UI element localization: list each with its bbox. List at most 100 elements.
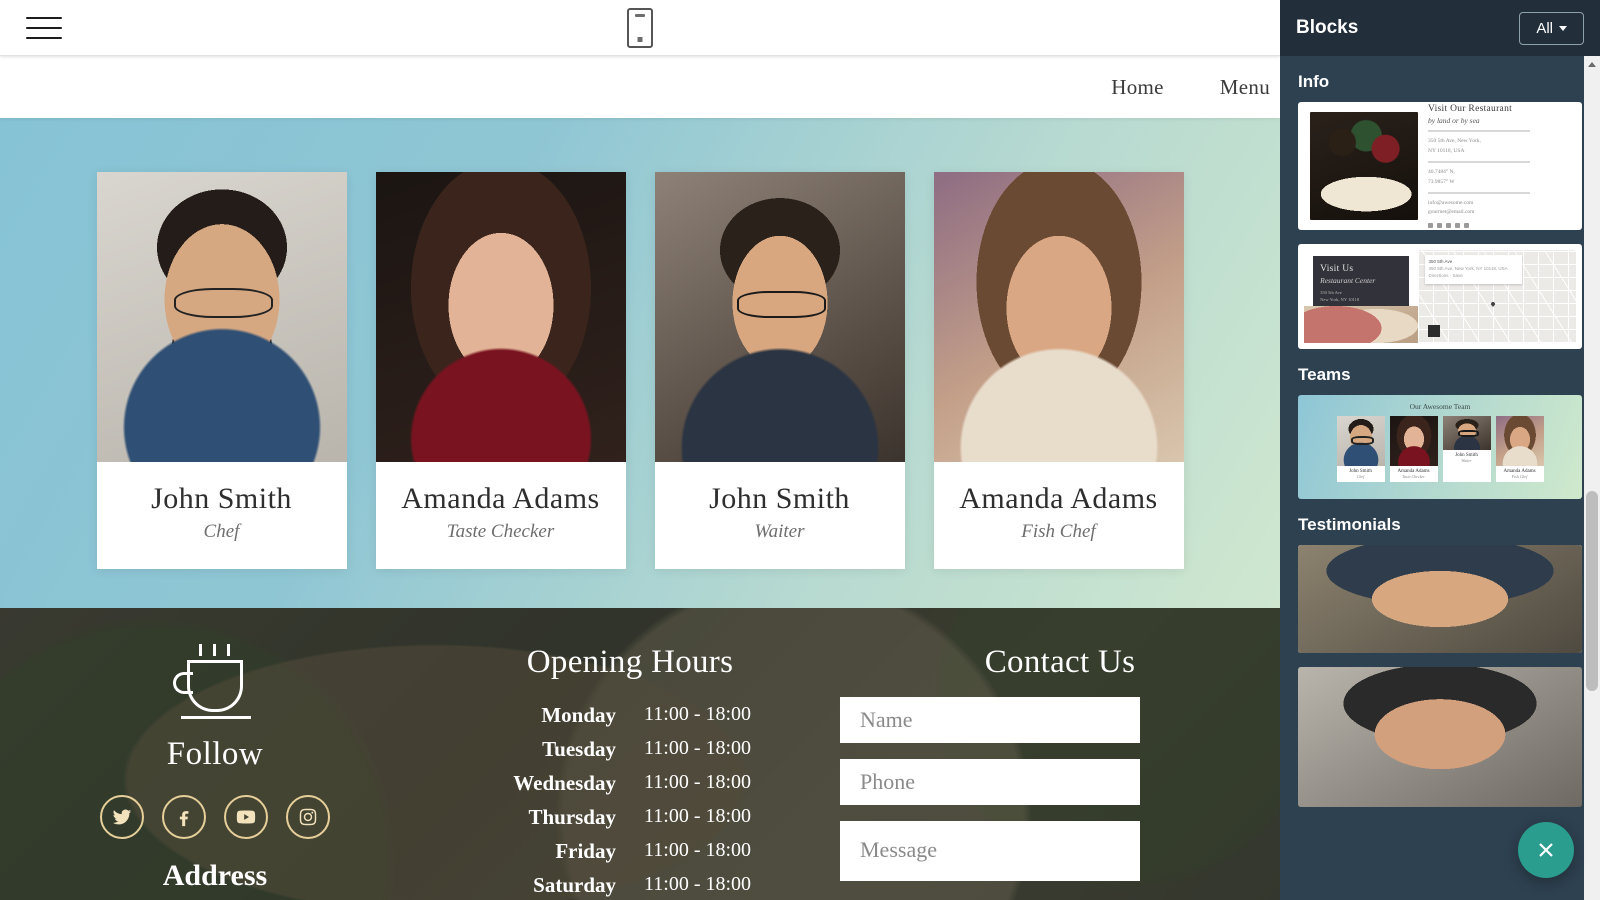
blocks-panel-header: Blocks All — [1280, 0, 1600, 56]
hours-day: Thursday — [528, 805, 616, 829]
nav-item-menu[interactable]: Menu — [1220, 75, 1270, 100]
thumb-subheading: by land or by sea — [1428, 116, 1480, 126]
team-card-body: Amanda Adams Fish Chef — [934, 462, 1184, 569]
team-member-role: Fish Chef — [1021, 521, 1096, 542]
team-row: John Smith Chef Amanda Adams Taste Check… — [0, 172, 1280, 569]
block-thumbnail-restaurant-info[interactable]: Visit Our Restaurant by land or by sea 3… — [1298, 102, 1582, 230]
site-navbar: Home Menu — [0, 56, 1280, 118]
thumb-team-card: John Smith Waiter — [1442, 416, 1491, 482]
thumb-heading: Visit Our Restaurant — [1428, 104, 1513, 115]
facebook-icon[interactable] — [162, 795, 206, 839]
blocks-group-title-teams: Teams — [1298, 365, 1351, 384]
visit-us-card: Visit Us Restaurant Center 350 5th Ave N… — [1313, 255, 1410, 310]
hours-time: 11:00 - 18:00 — [644, 873, 752, 895]
hours-day: Saturday — [533, 873, 616, 897]
mobile-preview-icon[interactable] — [627, 8, 653, 48]
app-root: Home Menu John Smith Chef Amanda Adams T… — [0, 0, 1600, 900]
thumb-heading: Visit Us — [1320, 263, 1354, 274]
linkedin-icon — [1446, 222, 1451, 228]
scrollbar-thumb[interactable] — [1586, 491, 1598, 691]
chevron-down-icon — [1559, 25, 1567, 31]
opening-hours-title: Opening Hours — [526, 644, 734, 680]
blocks-group-title-info: Info — [1298, 72, 1330, 91]
nav-item-home[interactable]: Home — [1111, 75, 1164, 100]
blocks-panel: Blocks All Info Visit Our Restaurant by … — [1280, 0, 1600, 900]
team-card-body: Amanda Adams Taste Checker — [376, 462, 626, 569]
thumb-subheading: Restaurant Center — [1320, 275, 1376, 285]
map-card-sub: 350 5th Ave, New York, NY 10118, USA — [1428, 265, 1508, 271]
hamburger-bar — [26, 16, 62, 19]
hours-day: Monday — [541, 703, 616, 727]
contact-us-title: Contact Us — [984, 644, 1136, 680]
contact-message-field[interactable]: Message — [840, 821, 1140, 881]
food-image — [1304, 305, 1419, 343]
team-member-name: Amanda Adams — [959, 482, 1158, 515]
hours-time: 11:00 - 18:00 — [644, 703, 752, 725]
thumb-member-role: Waiter — [1461, 458, 1472, 463]
contact-phone-field[interactable]: Phone — [840, 759, 1140, 805]
hamburger-icon[interactable] — [26, 14, 62, 42]
thumb-member-role: Fish Chef — [1511, 474, 1528, 479]
blocks-panel-body: Info Visit Our Restaurant by land or by … — [1280, 56, 1600, 900]
instagram-icon — [1455, 222, 1460, 228]
restaurant-food-image — [1310, 112, 1418, 220]
panel-scrollbar[interactable] — [1584, 56, 1600, 900]
contact-name-field[interactable]: Name — [840, 697, 1140, 743]
blocks-filter-button[interactable]: All — [1519, 11, 1584, 45]
hours-row: Saturday 11:00 - 18:00 — [430, 873, 830, 898]
thumb-address-line1: 350 5th Ave — [1320, 289, 1342, 295]
team-card[interactable]: Amanda Adams Fish Chef — [933, 172, 1184, 569]
social-links — [0, 795, 430, 839]
team-member-photo — [654, 172, 905, 462]
follow-label: Follow — [166, 736, 264, 772]
thumb-coord-line1: 40.7484° N, — [1428, 169, 1455, 176]
block-thumbnail-clients-say[interactable]: WHAT OUR FANTASTIC CLIENTS SAY Lorem ips… — [1298, 667, 1582, 807]
block-thumbnail-visit-us-map[interactable]: Visit Us Restaurant Center 350 5th Ave N… — [1298, 244, 1582, 349]
thumb-client-card: Lorem ipsum dolor sit amet, consectetur … — [1298, 667, 1582, 807]
team-member-photo — [375, 172, 626, 462]
qr-code-icon — [1427, 325, 1440, 338]
hours-row: Monday 11:00 - 18:00 — [430, 703, 830, 728]
footer-contact-column: Contact Us Name Phone Message — [830, 644, 1280, 900]
footer-brand-column: Follow Address — [0, 644, 430, 900]
block-thumbnail-team-grid[interactable]: Our Awesome Team John Smith Chef Amanda … — [1298, 395, 1582, 499]
thumb-team-card: John Smith Chef — [1336, 416, 1385, 482]
editor-toolbar — [0, 0, 1280, 56]
thumb-address-line2: New York, NY 10118 — [1320, 296, 1360, 302]
block-thumbnail-client-quote[interactable]: Client Quote ‹ › John Smith Lorem ipsum … — [1298, 545, 1582, 653]
map-pin-icon — [1489, 301, 1496, 307]
team-card[interactable]: Amanda Adams Taste Checker — [375, 172, 626, 569]
thumb-address-line2: NY 10118, USA — [1428, 147, 1465, 154]
youtube-icon[interactable] — [224, 795, 268, 839]
team-member-name: John Smith — [709, 482, 850, 515]
address-heading: Address — [162, 859, 268, 892]
team-card[interactable]: John Smith Waiter — [654, 172, 905, 569]
scroll-up-icon[interactable] — [1584, 56, 1600, 72]
hours-row: Friday 11:00 - 18:00 — [430, 839, 830, 864]
blocks-panel-title: Blocks — [1296, 17, 1359, 38]
blocks-filter-label: All — [1536, 19, 1553, 37]
map-card-title: 350 5th Ave — [1428, 258, 1453, 264]
team-member-role: Taste Checker — [446, 521, 555, 542]
team-member-photo — [96, 172, 347, 462]
twitter-icon[interactable] — [100, 795, 144, 839]
team-member-name: Amanda Adams — [401, 482, 600, 515]
team-member-role: Chef — [203, 521, 240, 542]
footer-grid: Follow Address Opening Hours Monday 11:0… — [0, 608, 1280, 900]
hamburger-bar — [26, 36, 62, 39]
team-member-role: Waiter — [754, 521, 805, 542]
instagram-icon[interactable] — [286, 795, 330, 839]
team-card-body: John Smith Chef — [97, 462, 347, 569]
team-section: John Smith Chef Amanda Adams Taste Check… — [0, 118, 1280, 608]
footer-hours-column: Opening Hours Monday 11:00 - 18:00 Tuesd… — [430, 644, 830, 900]
thumb-member-role: Taste Checker — [1402, 474, 1425, 479]
hours-time: 11:00 - 18:00 — [644, 805, 752, 827]
close-panel-button[interactable] — [1518, 822, 1574, 878]
thumb-team-card: Amanda Adams Fish Chef — [1495, 416, 1544, 482]
hours-row: Tuesday 11:00 - 18:00 — [430, 737, 830, 762]
thumb-member-role: Chef — [1356, 474, 1365, 479]
team-card[interactable]: John Smith Chef — [96, 172, 347, 569]
coffee-cup-icon — [173, 644, 257, 722]
thumb-coord-line2: 73.9857° W — [1428, 178, 1455, 185]
blocks-group-title-testimonials: Testimonials — [1298, 515, 1401, 534]
